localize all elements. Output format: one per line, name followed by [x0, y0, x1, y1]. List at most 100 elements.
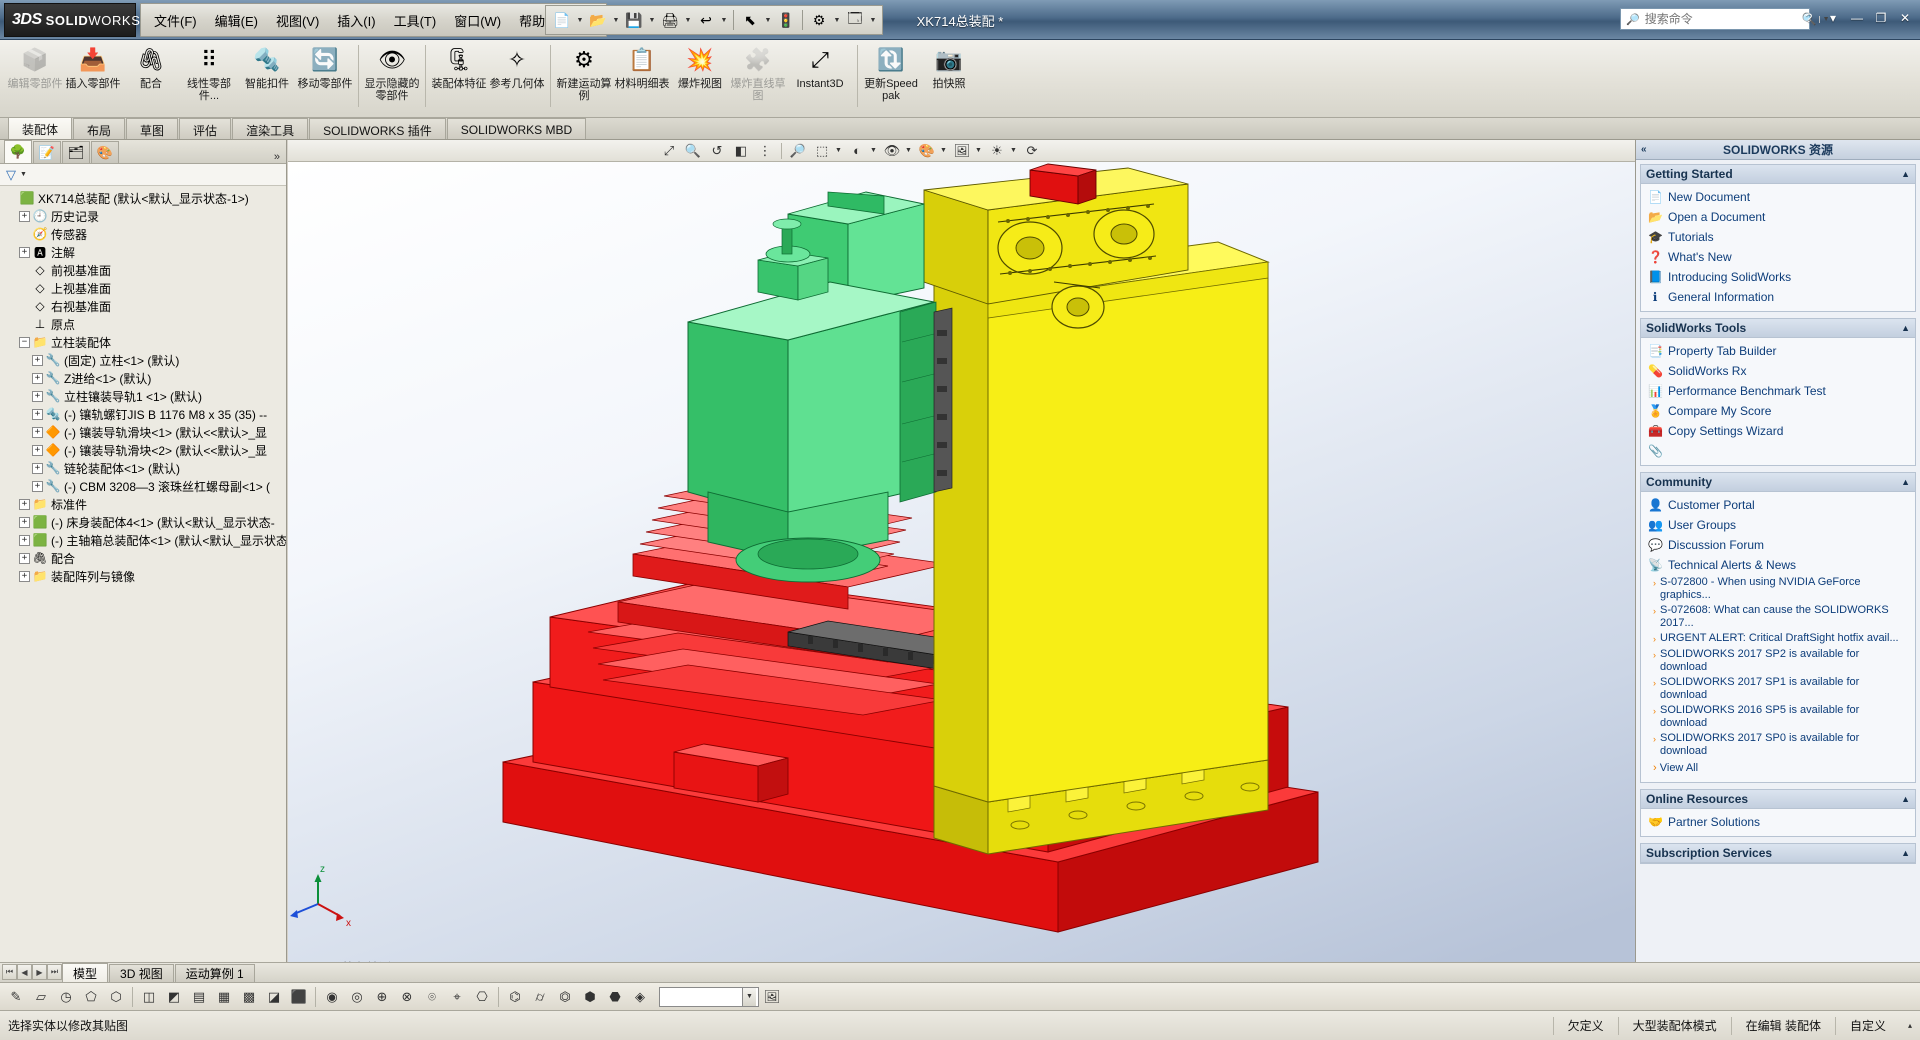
zoom-to-fit-icon[interactable]: ⤢ — [658, 141, 680, 161]
mate-button[interactable]: 🖇 配合 — [122, 40, 180, 114]
appearance-combo[interactable]: ▼ — [659, 986, 759, 1007]
tab-layout[interactable]: 布局 — [73, 118, 126, 139]
task-pane-link[interactable]: 👥 User Groups — [1641, 515, 1915, 535]
open-document-icon[interactable]: 📂 — [586, 8, 610, 32]
sketch-tool-6[interactable]: ◫ — [137, 985, 161, 1009]
task-pane-section-header[interactable]: Community ▲ — [1641, 473, 1915, 492]
sketch-tool-4[interactable]: ⬠ — [79, 985, 103, 1009]
tree-node[interactable]: + 🟩 (-) 床身装配体4<1> (默认<默认_显示状态- — [2, 513, 286, 531]
apply-scene-icon[interactable]: 🖼 — [951, 141, 973, 161]
sketch-tool-11[interactable]: ◪ — [262, 985, 286, 1009]
news-item[interactable]: › SOLIDWORKS 2016 SP5 is available for do… — [1641, 703, 1915, 731]
search-input[interactable] — [1642, 11, 1802, 27]
update-speedpak-button[interactable]: 🔃 更新Speedpak — [862, 40, 920, 114]
take-snapshot-button[interactable]: 📷 拍快照 — [920, 40, 978, 114]
tree-node[interactable]: + 🟩 (-) 主轴箱总装配体<1> (默认<默认_显示状态 — [2, 531, 286, 549]
tab-evaluate[interactable]: 评估 — [179, 118, 232, 139]
exploded-view-button[interactable]: 💥 爆炸视图 — [671, 40, 729, 114]
tree-node[interactable]: + 🔧 (固定) 立柱<1> (默认) — [2, 351, 286, 369]
instant3d-button[interactable]: ⤢ Instant3D — [787, 40, 853, 114]
task-pane-link[interactable]: 📎 — [1641, 441, 1915, 461]
edit-appearance-dropdown-icon[interactable]: ▼ — [940, 147, 949, 154]
news-item[interactable]: › SOLIDWORKS 2017 SP0 is available for do… — [1641, 731, 1915, 759]
task-pane-link[interactable]: 📄 New Document — [1641, 187, 1915, 207]
sketch-tool-25[interactable]: ◈ — [628, 985, 652, 1009]
search-commands-box[interactable]: 🔎 🔍 ▼ — [1620, 8, 1830, 30]
news-item[interactable]: › S-072608: What can cause the SOLIDWORKS… — [1641, 603, 1915, 631]
new-document-dropdown-icon[interactable]: ▼ — [575, 8, 585, 32]
view-orientation-dropdown-icon[interactable]: ▼ — [835, 147, 844, 154]
print-dropdown-icon[interactable]: ▼ — [683, 8, 693, 32]
help-question-icon[interactable]: ? — [1798, 8, 1820, 28]
window-layout-dropdown-icon[interactable]: ▼ — [868, 8, 878, 32]
hide-show-dropdown-icon[interactable]: ▼ — [905, 147, 914, 154]
chevron-up-icon[interactable]: ▲ — [1901, 848, 1910, 858]
sketch-tool-1[interactable]: ✎ — [4, 985, 28, 1009]
chevron-down-icon[interactable]: ▼ — [742, 987, 756, 1006]
zoom-in-out-icon[interactable]: 🔎 — [787, 141, 809, 161]
display-manager-tab[interactable]: 🎨 — [91, 141, 119, 163]
open-document-dropdown-icon[interactable]: ▼ — [611, 8, 621, 32]
sketch-tool-19[interactable]: ⎔ — [470, 985, 494, 1009]
options-dropdown-icon[interactable]: ▼ — [832, 8, 842, 32]
sketch-tool-8[interactable]: ▤ — [187, 985, 211, 1009]
news-item[interactable]: › S-072800 - When using NVIDIA GeForce gr… — [1641, 575, 1915, 603]
tree-node[interactable]: 🧭 传感器 — [2, 225, 286, 243]
reference-geometry-button[interactable]: ✧ 参考几何体 — [488, 40, 546, 114]
menu-item-tools[interactable]: 工具(T) — [385, 7, 446, 34]
tab-previous-icon[interactable]: ◀ — [17, 964, 32, 980]
configuration-manager-tab[interactable]: 🗂 — [62, 141, 90, 163]
task-pane-link[interactable]: ℹ General Information — [1641, 287, 1915, 307]
tab-last-icon[interactable]: ⏭ — [47, 964, 62, 980]
tab-solidworks-addins[interactable]: SOLIDWORKS 插件 — [309, 118, 446, 139]
tree-expand-icon[interactable]: + — [19, 246, 30, 258]
select-dropdown-icon[interactable]: ▼ — [763, 8, 773, 32]
task-pane-link[interactable]: 🤝 Partner Solutions — [1641, 812, 1915, 832]
tree-node[interactable]: ◇ 前视基准面 — [2, 261, 286, 279]
tree-node[interactable]: ⊥ 原点 — [2, 315, 286, 333]
tree-collapse-icon[interactable]: − — [19, 336, 30, 348]
sketch-tool-18[interactable]: ⌖ — [445, 985, 469, 1009]
menu-item-edit[interactable]: 编辑(E) — [206, 7, 267, 34]
apply-scene-dropdown-icon[interactable]: ▼ — [975, 147, 984, 154]
chevron-up-icon[interactable]: ▲ — [1901, 323, 1910, 333]
select-arrow-icon[interactable]: ⬉ — [738, 8, 762, 32]
zoom-to-area-icon[interactable]: 🔍 — [682, 141, 704, 161]
tree-expand-icon[interactable]: + — [19, 534, 30, 546]
explode-line-sketch-button[interactable]: 🧩 爆炸直线草图 — [729, 40, 787, 114]
rotate-view-icon[interactable]: ⟳ — [1021, 141, 1043, 161]
sketch-tool-9[interactable]: ▦ — [212, 985, 236, 1009]
save-icon[interactable]: 💾 — [622, 8, 646, 32]
task-pane-section-header[interactable]: Subscription Services ▲ — [1641, 844, 1915, 863]
previous-view-icon[interactable]: ↺ — [706, 141, 728, 161]
task-pane-link[interactable]: 📡 Technical Alerts & News — [1641, 555, 1915, 575]
save-dropdown-icon[interactable]: ▼ — [647, 8, 657, 32]
options-gear-icon[interactable]: ⚙ — [807, 8, 831, 32]
feature-tree[interactable]: 🟩 XK714总装配 (默认<默认_显示状态-1>) + 🕘 历史记录 🧭 传感器 + 🅰 注解 ◇… — [0, 186, 286, 967]
menu-item-insert[interactable]: 插入(I) — [328, 7, 384, 34]
linear-component-pattern-button[interactable]: ⠿ 线性零部件... — [180, 40, 238, 114]
tree-expand-icon[interactable]: + — [32, 426, 43, 438]
new-motion-study-button[interactable]: ⚙ 新建运动算例 — [555, 40, 613, 114]
task-pane-link[interactable]: 🎓 Tutorials — [1641, 227, 1915, 247]
sketch-tool-15[interactable]: ⊕ — [370, 985, 394, 1009]
move-component-button[interactable]: 🔄 移动零部件 — [296, 40, 354, 114]
task-pane-link[interactable]: 🧰 Copy Settings Wizard — [1641, 421, 1915, 441]
section-view-icon[interactable]: ◧ — [730, 141, 752, 161]
task-pane-link[interactable]: 💊 SolidWorks Rx — [1641, 361, 1915, 381]
task-pane-link[interactable]: 👤 Customer Portal — [1641, 495, 1915, 515]
task-pane-section-header[interactable]: SolidWorks Tools ▲ — [1641, 319, 1915, 338]
task-pane-link[interactable]: 📂 Open a Document — [1641, 207, 1915, 227]
sketch-tool-23[interactable]: ⬢ — [578, 985, 602, 1009]
tree-node[interactable]: − 📁 立柱装配体 — [2, 333, 286, 351]
tab-next-icon[interactable]: ▶ — [32, 964, 47, 980]
tree-node[interactable]: ◇ 上视基准面 — [2, 279, 286, 297]
view-settings-dropdown-icon[interactable]: ▼ — [1010, 147, 1019, 154]
tree-expand-icon[interactable]: + — [19, 498, 30, 510]
sketch-tool-12[interactable]: ⬛ — [287, 985, 311, 1009]
tree-expand-icon[interactable]: + — [32, 444, 43, 456]
tree-node[interactable]: + 🔧 链轮装配体<1> (默认) — [2, 459, 286, 477]
tab-assembly[interactable]: 装配体 — [8, 117, 73, 139]
display-style-icon[interactable]: ◐ — [846, 141, 868, 161]
tab-render-tools[interactable]: 渲染工具 — [232, 118, 309, 139]
